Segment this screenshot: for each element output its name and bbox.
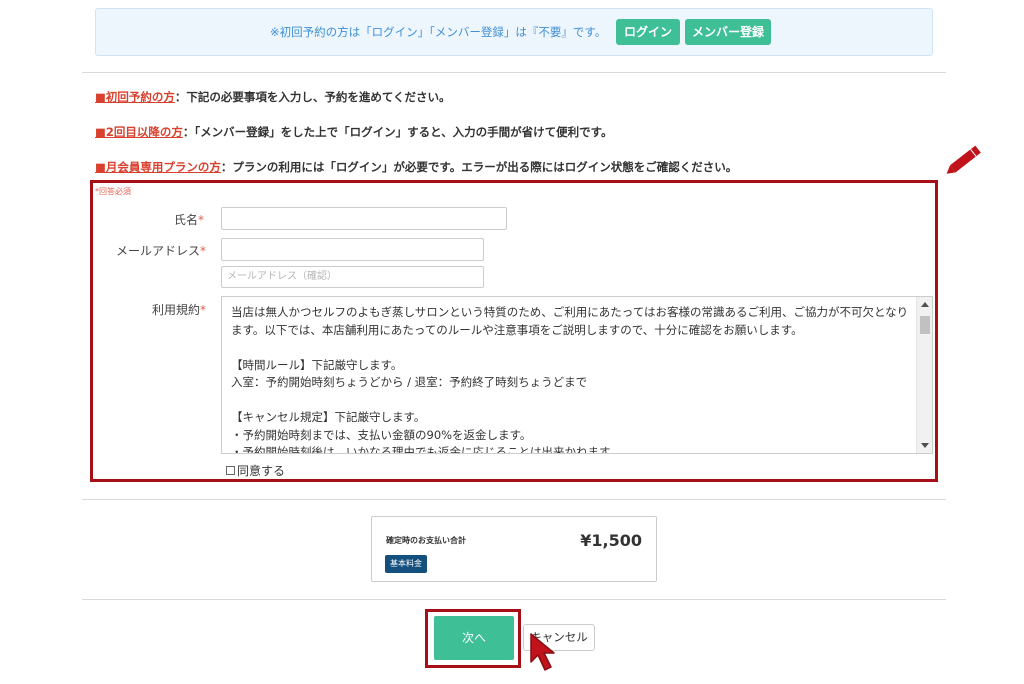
- required-mark: *: [200, 303, 206, 317]
- email-input[interactable]: [221, 238, 484, 261]
- agree-label: 同意する: [237, 464, 286, 478]
- divider: [82, 499, 946, 500]
- payment-total-amount: ¥1,500: [580, 531, 642, 550]
- next-button[interactable]: 次へ: [434, 616, 514, 660]
- terms-label: 利用規約*: [140, 301, 206, 318]
- info-monthly-text: ：プランの利用には「ログイン」が必要です。エラーが出る際にはログイン状態をご確認…: [220, 160, 738, 174]
- terms-line: [231, 339, 914, 357]
- info-first-time-text: ：下記の必要事項を入力し、予約を進めてください。: [174, 90, 451, 104]
- divider: [82, 599, 946, 600]
- guest-notice-text: ※初回予約の方は「ログイン」「メンバー登録」は『不要』です。: [270, 25, 607, 39]
- scroll-thumb[interactable]: [920, 316, 930, 334]
- terms-line: 当店は無人かつセルフのよもぎ蒸しサロンという特質のため、ご利用にあたってはお客様…: [231, 305, 909, 337]
- info-monthly: ■月会員専用プランの方：プランの利用には「ログイン」が必要です。エラーが出る際に…: [95, 159, 737, 175]
- email-label-text: メールアドレス: [115, 244, 200, 258]
- terms-line: ・予約開始時刻までは、支払い金額の90%を返金します。: [231, 427, 532, 442]
- scroll-down-icon[interactable]: [921, 443, 929, 448]
- divider: [82, 72, 946, 73]
- payment-summary-card: 確定時のお支払い合計 ¥1,500 基本料金: [371, 516, 657, 582]
- login-button[interactable]: ログイン: [616, 19, 680, 45]
- member-register-button[interactable]: メンバー登録: [685, 19, 771, 45]
- info-repeat: ■2回目以降の方：「メンバー登録」をした上で「ログイン」すると、入力の手間が省け…: [95, 124, 613, 140]
- terms-textarea[interactable]: 当店は無人かつセルフのよもぎ蒸しサロンという特質のため、ご利用にあたってはお客様…: [221, 296, 933, 454]
- name-label-text: 氏名: [173, 213, 198, 227]
- required-note: *回答必須: [95, 187, 131, 196]
- required-mark: *: [200, 244, 206, 258]
- info-monthly-lead: ■月会員専用プランの方: [95, 160, 221, 174]
- cursor-arrow-icon: [530, 633, 555, 671]
- pencil-icon: [946, 145, 981, 174]
- name-label: 氏名*: [150, 211, 204, 228]
- info-first-time: ■初回予約の方：下記の必要事項を入力し、予約を進めてください。: [95, 89, 451, 105]
- guest-notice-banner: ※初回予約の方は「ログイン」「メンバー登録」は『不要』です。 ログイン メンバー…: [95, 8, 933, 56]
- terms-text: 当店は無人かつセルフのよもぎ蒸しサロンという特質のため、ご利用にあたってはお客様…: [231, 304, 914, 454]
- email-confirm-input[interactable]: メールアドレス（確認）: [221, 266, 484, 288]
- terms-scrollbar[interactable]: [916, 297, 932, 453]
- name-input[interactable]: [221, 207, 507, 230]
- terms-label-text: 利用規約: [151, 303, 200, 317]
- info-first-time-lead: ■初回予約の方: [95, 90, 175, 104]
- terms-line: ・予約開始時刻後は、いかなる理由でも返金に応じることは出来かねます。: [231, 445, 621, 454]
- agree-checkbox-row[interactable]: 同意する: [226, 462, 285, 479]
- terms-line: 入室：予約開始時刻ちょうどから / 退室：予約終了時刻ちょうどまで: [231, 375, 588, 389]
- required-mark: *: [198, 213, 204, 227]
- base-fee-badge: 基本料金: [385, 555, 427, 573]
- scroll-up-icon[interactable]: [921, 302, 929, 307]
- terms-line: 【時間ルール】下記厳守します。: [231, 357, 403, 372]
- terms-line: 【キャンセル規定】下記厳守します。: [231, 410, 426, 424]
- agree-checkbox[interactable]: [226, 466, 235, 475]
- payment-total-label: 確定時のお支払い合計: [386, 536, 466, 545]
- email-label: メールアドレス*: [110, 242, 206, 259]
- info-repeat-lead: ■2回目以降の方: [95, 125, 183, 139]
- terms-line: [231, 392, 914, 410]
- info-repeat-text: ：「メンバー登録」をした上で「ログイン」すると、入力の手間が省けて便利です。: [182, 125, 613, 139]
